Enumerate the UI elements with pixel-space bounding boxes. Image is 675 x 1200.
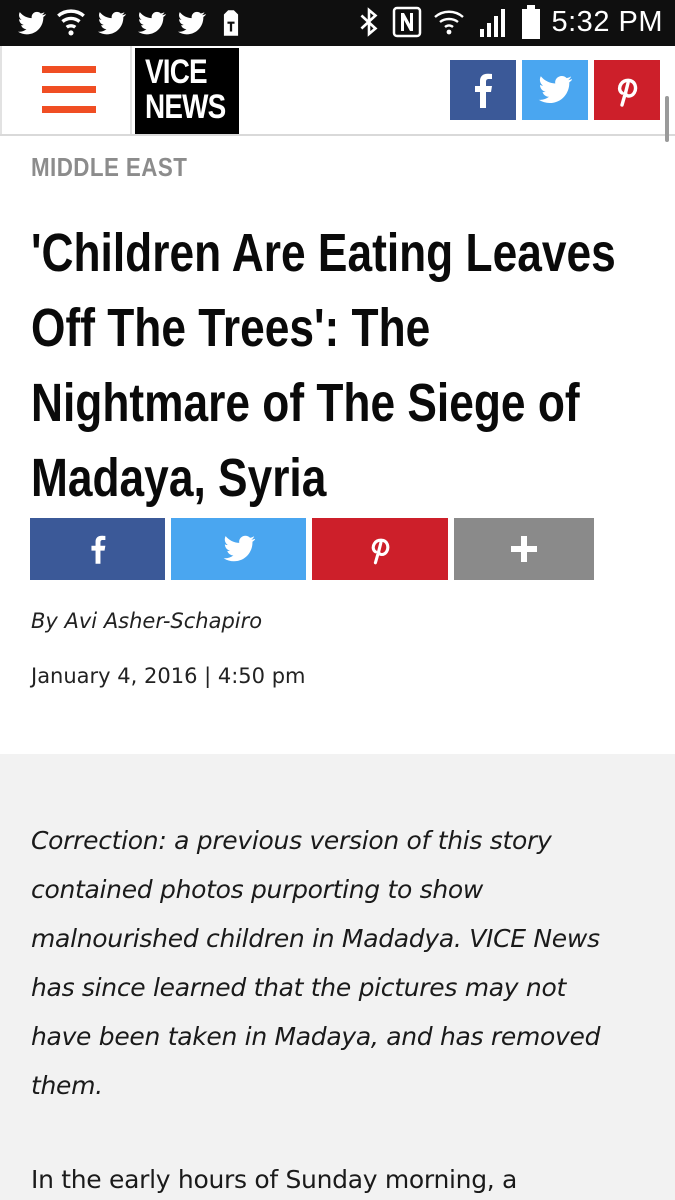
facebook-icon (475, 73, 492, 108)
body-paragraph: In the early hours of Sunday morning, a (31, 1165, 518, 1194)
twitter-icon (17, 11, 47, 35)
battery-icon (521, 5, 540, 39)
correction-line: malnourished children in Madadya. VICE N… (31, 924, 600, 953)
header-twitter-button[interactable] (522, 60, 588, 120)
site-header: VICE NEWS (0, 46, 675, 136)
vice-news-logo[interactable]: VICE NEWS (135, 48, 239, 134)
wifi-calling-icon (57, 9, 85, 36)
twitter-icon (177, 11, 207, 35)
correction-line: have been taken in Madaya, and has remov… (31, 1022, 601, 1051)
share-facebook-button[interactable] (30, 518, 165, 580)
twitter-icon (223, 535, 255, 562)
title-line: Off The Trees': The (31, 298, 431, 358)
author-byline[interactable]: By Avi Asher-Schapiro (31, 609, 262, 633)
hamburger-icon (42, 66, 96, 73)
wifi-icon (433, 10, 464, 35)
scroll-indicator[interactable] (665, 96, 669, 142)
share-pinterest-button[interactable] (312, 518, 448, 580)
correction-line: has since learned that the pictures may … (31, 973, 566, 1002)
twitter-icon (137, 11, 167, 35)
section-label[interactable]: MIDDLE EAST (31, 152, 187, 183)
share-twitter-button[interactable] (171, 518, 306, 580)
title-line: 'Children Are Eating Leaves (31, 223, 616, 283)
clock: 5:32 PM (551, 5, 663, 38)
twitter-icon (97, 11, 127, 35)
signal-icon (479, 9, 505, 37)
pinterest-icon (617, 78, 638, 107)
header-facebook-button[interactable] (450, 60, 516, 120)
share-more-button[interactable] (454, 518, 594, 580)
hamburger-icon (42, 86, 96, 93)
tmobile-icon (223, 10, 239, 36)
title-line: Nightmare of The Siege of (31, 373, 580, 433)
menu-button[interactable] (0, 46, 132, 134)
plus-icon (511, 536, 537, 562)
logo-line-1: VICE (145, 53, 208, 91)
facebook-icon (90, 535, 105, 564)
article-body: Correction: a previous version of this s… (0, 754, 675, 1200)
nfc-icon (392, 6, 421, 38)
status-bar: 5:32 PM (0, 0, 675, 46)
system-icons: 5:32 PM (356, 4, 664, 40)
bluetooth-icon (360, 7, 377, 37)
pinterest-icon (371, 538, 390, 565)
article-title: 'Children Are Eating Leaves Off The Tree… (31, 216, 621, 516)
logo-line-2: NEWS (145, 88, 226, 126)
hamburger-icon (42, 106, 96, 113)
correction-note: Correction: a previous version of this s… (31, 816, 651, 1110)
title-line: Madaya, Syria (31, 448, 327, 508)
notification-icons (14, 6, 248, 40)
header-pinterest-button[interactable] (594, 60, 660, 120)
correction-line: contained photos purporting to show (31, 875, 484, 904)
twitter-icon (538, 75, 572, 104)
publish-date: January 4, 2016 | 4:50 pm (31, 664, 306, 688)
correction-line: Correction: a previous version of this s… (31, 826, 552, 855)
correction-line: them. (31, 1071, 103, 1100)
